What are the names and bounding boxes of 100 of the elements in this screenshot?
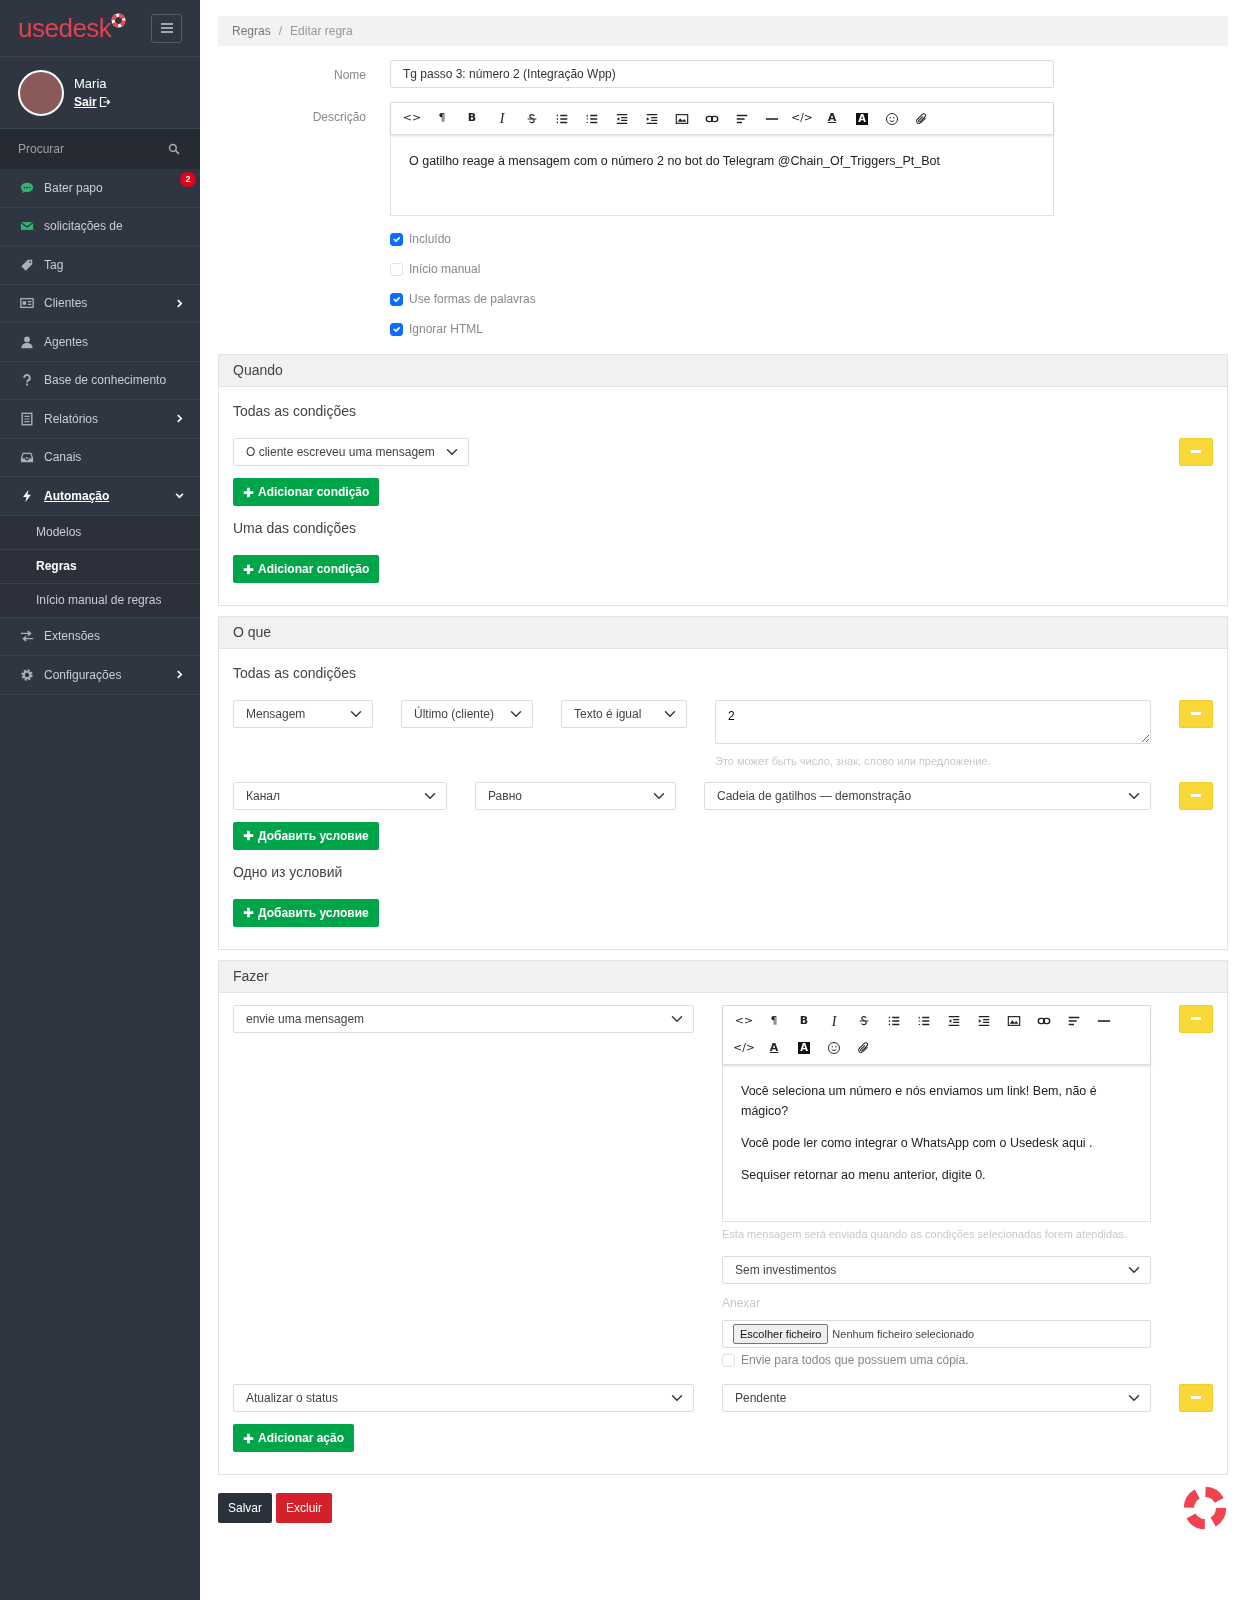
- chevron-icon: [175, 414, 184, 424]
- sidebar-item[interactable]: Tag: [0, 246, 200, 285]
- lifebuoy-icon: [111, 12, 127, 28]
- highlight-button[interactable]: A: [847, 105, 877, 132]
- image-icon: [1007, 1014, 1021, 1028]
- sidebar-subitem[interactable]: Regras: [0, 549, 200, 584]
- checkbox-label: Incluído: [409, 231, 452, 248]
- smiley-icon: [885, 111, 899, 126]
- dropdown[interactable]: Канал: [233, 781, 447, 810]
- sidebar-item[interactable]: Configurações: [0, 656, 200, 695]
- sidebar-item[interactable]: Automação: [0, 477, 200, 516]
- tag-icon: [20, 257, 34, 272]
- exchange-arrows-icon: [20, 629, 34, 644]
- paperclip-icon: [915, 111, 929, 126]
- sidebar-item[interactable]: Base de conhecimento: [0, 361, 200, 400]
- sidebar-item[interactable]: Agentes: [0, 323, 200, 362]
- sidebar-item[interactable]: Clientes: [0, 284, 200, 323]
- paragraph-button[interactable]: ¶: [427, 105, 457, 132]
- gear-icon: [20, 667, 34, 682]
- smiley-icon: [827, 1041, 841, 1055]
- rich-text-editor[interactable]: <> ¶ B I </> A A O gatilho reage à mensagem com o número 2 no bot do Telegram @Chain_Of_Triggers_Pt_Bot: [390, 102, 1054, 216]
- plus-icon: [243, 563, 254, 575]
- logo: usedesk: [18, 11, 112, 45]
- search-field[interactable]: Procurar: [0, 129, 200, 169]
- chevron-icon: [175, 298, 184, 308]
- message-paragraph: Sequiser retornar ao menu anterior, digite 0.: [741, 1166, 987, 1184]
- menu-button[interactable]: [151, 13, 182, 43]
- person-icon: [20, 334, 34, 349]
- chat-bubble-icon: [20, 180, 34, 195]
- chevron-icon: [175, 491, 184, 501]
- italic-button[interactable]: I: [487, 105, 517, 132]
- logout-link[interactable]: Sair: [74, 93, 111, 112]
- dropdown[interactable]: Cadeia de gatilhos — demonstração: [704, 781, 1151, 810]
- bold-button[interactable]: B: [789, 1007, 819, 1035]
- font-color-button[interactable]: A: [817, 105, 847, 132]
- breadcrumb-current: Editar regra: [290, 23, 353, 40]
- paragraph-button[interactable]: ¶: [759, 1007, 789, 1035]
- chevron-icon: [175, 670, 184, 680]
- code-view-button[interactable]: </>: [787, 105, 817, 132]
- dropdown[interactable]: Равно: [475, 781, 676, 810]
- horizontal-rule-icon: [765, 117, 779, 120]
- delete-button[interactable]: Excluir: [276, 1493, 333, 1523]
- image-icon: [675, 111, 689, 126]
- align-left-icon: [1067, 1014, 1081, 1028]
- dropdown[interactable]: Mensagem: [233, 700, 373, 728]
- sidebar-item[interactable]: solicitações de: [0, 207, 200, 246]
- rich-text-editor[interactable]: <> ¶ B I </> A A Você seleciona um número e nós enviamos um link! Bem, não é mágico? Você pode ler como integrar o WhatsApp com o Usedesk aqui . Sequiser retornar ao menu anterior, digite 0.: [722, 1004, 1151, 1222]
- group-title: Одно из условий: [233, 862, 344, 882]
- sidebar-subitem[interactable]: Início manual de regras: [0, 583, 200, 618]
- strikethrough-icon: [525, 111, 539, 126]
- strikethrough-icon: [857, 1014, 871, 1028]
- section-header: Fazer: [219, 960, 1227, 993]
- dropdown[interactable]: Texto é igual: [561, 700, 687, 728]
- inbox-tray-icon: [20, 450, 34, 465]
- dropdown[interactable]: Atualizar o status: [233, 1384, 694, 1412]
- section-header: O que: [219, 617, 1227, 649]
- indent-icon: [977, 1014, 991, 1028]
- plus-icon: [243, 1432, 254, 1444]
- sidebar-subitem[interactable]: Modelos: [0, 515, 200, 550]
- sidebar-item[interactable]: Extensões: [0, 617, 200, 656]
- code-button[interactable]: <>: [729, 1007, 759, 1035]
- checkbox[interactable]: [390, 322, 403, 336]
- search-icon: [168, 143, 180, 155]
- checkbox[interactable]: [390, 232, 403, 246]
- logout-label: Sair: [74, 94, 97, 112]
- text-area[interactable]: 2: [715, 700, 1151, 744]
- highlight-button[interactable]: A: [789, 1034, 819, 1062]
- bullet-list-icon: [887, 1014, 901, 1028]
- code-view-button[interactable]: </>: [729, 1034, 759, 1062]
- group-title: Uma das condições: [233, 519, 357, 538]
- sidebar-item[interactable]: Bater papo 2: [0, 169, 200, 208]
- italic-button[interactable]: I: [819, 1007, 849, 1035]
- dropdown[interactable]: Último (cliente): [401, 700, 533, 728]
- file-status: Nenhum ficheiro selecionado: [832, 1326, 975, 1342]
- notification-badge: 2: [180, 172, 196, 187]
- indent-icon: [645, 111, 659, 126]
- dropdown[interactable]: Pendente: [722, 1384, 1151, 1412]
- name-input[interactable]: Tg passo 3: número 2 (Integração Wpp): [390, 60, 1054, 88]
- question-mark-icon: [20, 373, 34, 388]
- group-title: Todas as condições: [233, 402, 357, 421]
- sidebar-item[interactable]: Canais: [0, 438, 200, 477]
- dropdown[interactable]: O cliente escreveu uma mensagem: [233, 438, 469, 466]
- bold-button[interactable]: B: [457, 105, 487, 132]
- choose-file-button[interactable]: Escolher ficheiro: [733, 1323, 829, 1345]
- plus-icon: [243, 830, 254, 841]
- code-button[interactable]: <>: [397, 105, 427, 132]
- save-button[interactable]: Salvar: [218, 1493, 272, 1523]
- sidebar-item[interactable]: Relatórios: [0, 400, 200, 439]
- font-color-button[interactable]: A: [759, 1034, 789, 1062]
- checkbox-label: Início manual: [409, 261, 481, 278]
- file-field[interactable]: Escolher ficheiro Nenhum ficheiro selecionado: [722, 1320, 1151, 1348]
- checkbox[interactable]: [390, 292, 403, 306]
- checkbox-label: Use formas de palavras: [409, 291, 536, 308]
- dropdown[interactable]: envie uma mensagem: [233, 1004, 694, 1033]
- dropdown[interactable]: Sem investimentos: [722, 1256, 1151, 1284]
- lifebuoy-icon: [1182, 1485, 1228, 1531]
- text-link[interactable]: aqui: [1062, 1135, 1086, 1150]
- breadcrumb-separator: /: [278, 23, 283, 40]
- minus-icon: [1191, 1396, 1201, 1400]
- breadcrumb-link[interactable]: Regras: [232, 22, 271, 40]
